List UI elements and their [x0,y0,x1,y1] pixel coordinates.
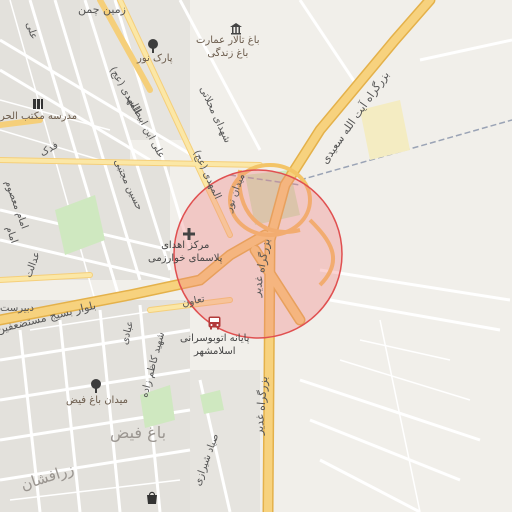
poi-payaneh[interactable]: پایانه اتوبوسرانی اسلامشهر [180,333,249,358]
poi-bagh-talar-line1: باغ تالار عمارت [196,35,260,46]
poi-bagh-talar[interactable]: باغ تالار عمارت باغ زندگی [196,35,260,60]
label-dabirestan: دبیرست [0,303,34,314]
label-bagh-feyz: باغ فیض [110,423,167,442]
map-canvas[interactable]: زمین چمن علی باغ تالار عمارت باغ زندگی پ… [0,0,512,512]
label-zamin-chaman: زمین چمن [78,3,126,16]
poi-bagh-talar-line2: باغ زندگی [207,47,249,59]
poi-madrese[interactable]: مدرسه مکتب الحر [0,111,77,124]
poi-payaneh-line2: اسلامشهر [193,345,236,357]
poi-markaz[interactable]: مرکز اهدای پلاسمای خوارزمی [148,240,222,265]
poi-meydan-bagh-feyz[interactable]: میدان باغ فیض [66,395,128,408]
shop-icon[interactable] [146,490,158,509]
poi-markaz-line2: پلاسمای خوارزمی [148,252,223,264]
bus-icon[interactable] [208,315,221,334]
poi-payaneh-line1: پایانه اتوبوسرانی [180,333,250,344]
poi-markaz-line1: مرکز اهدای [161,240,210,251]
poi-park-noor[interactable]: پارک نور [137,53,173,66]
